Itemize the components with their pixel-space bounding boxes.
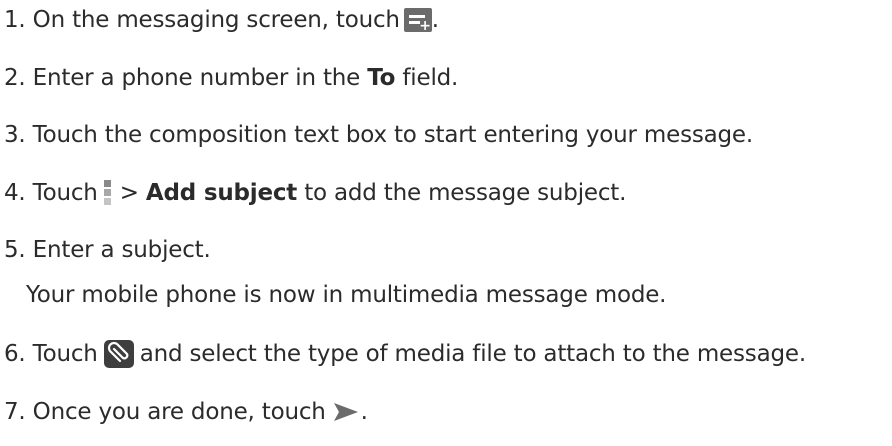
step-4-separator: > (119, 180, 139, 206)
step-4: 4. Touch > Add subject to add the messag… (4, 178, 626, 208)
new-message-icon: + (403, 8, 432, 33)
menu-icon (103, 180, 112, 206)
step-1: 1. On the messaging screen, touch + . (4, 5, 439, 35)
step-6-text: Touch (32, 341, 98, 367)
step-2-number: 2. (4, 65, 26, 91)
step-3-text: Touch the composition text box to start … (32, 122, 754, 148)
step-6-text-end: and select the type of media file to att… (139, 341, 806, 367)
step-7-text: Once you are done, touch (32, 399, 326, 425)
step-5-number: 5. (4, 237, 26, 263)
step-1-text: On the messaging screen, touch (32, 7, 400, 33)
send-icon (332, 401, 360, 423)
step-4-text-end: to add the message subject. (304, 180, 627, 206)
step-4-bold-add-subject: Add subject (145, 180, 298, 206)
step-6: 6. Touch and select the type of media fi… (4, 339, 806, 369)
step-3-number: 3. (4, 122, 26, 148)
step-4-number: 4. (4, 180, 26, 206)
step-5-note: Your mobile phone is now in multimedia m… (26, 280, 666, 310)
step-2-text-end: field. (402, 65, 459, 91)
step-7: 7. Once you are done, touch . (4, 397, 368, 427)
step-1-number: 1. (4, 7, 26, 33)
paperclip-icon (103, 340, 134, 368)
step-2-text: Enter a phone number in the (32, 65, 361, 91)
step-4-text: Touch (32, 180, 98, 206)
step-1-period: . (431, 7, 439, 33)
step-5-text: Enter a subject. (32, 237, 211, 263)
step-5: 5. Enter a subject. (4, 235, 211, 265)
instruction-document: 1. On the messaging screen, touch + . 2.… (0, 0, 892, 446)
step-7-number: 7. (4, 399, 26, 425)
step-3: 3. Touch the composition text box to sta… (4, 120, 753, 150)
step-7-period: . (360, 399, 368, 425)
step-2-bold-to: To (367, 65, 396, 91)
step-6-number: 6. (4, 341, 26, 367)
step-2: 2. Enter a phone number in the To field. (4, 63, 458, 93)
step-5-note-text: Your mobile phone is now in multimedia m… (26, 282, 667, 308)
